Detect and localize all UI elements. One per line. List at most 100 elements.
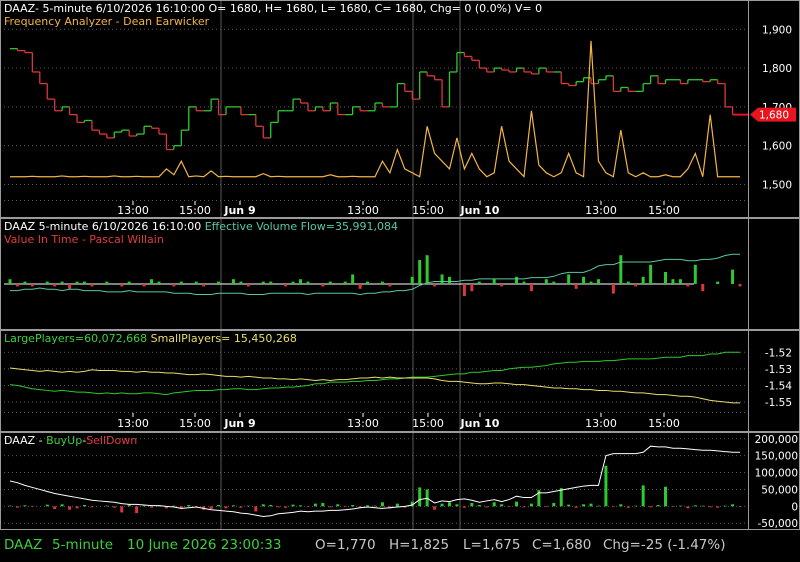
buyup-selldown-bar [492,502,496,507]
value-in-time-bar [500,284,504,287]
status-open: O=1,770 [315,537,376,553]
value-in-time-bar [582,276,586,284]
value-in-time-bar [269,281,273,284]
buyup-selldown-bar [373,505,377,507]
value-in-time-bar [641,276,645,284]
value-in-time-bar [611,284,615,294]
buyup-selldown-bar [313,503,317,507]
buyup-selldown-bar [418,487,422,507]
buyup-selldown-bar [544,506,548,508]
value-in-time-bar [693,264,697,284]
buyup-selldown-bar [246,505,250,507]
buyup-selldown-bar [45,504,49,507]
buyup-selldown-bar [552,502,556,507]
value-in-time-bar [217,281,221,284]
status-low: L=1,675 [463,537,521,553]
value-in-time-bar [150,279,154,284]
value-in-time-bar [105,281,109,284]
status-close: C=1,680 [532,537,592,553]
stock-chart[interactable]: DAAZ- 5-minute 6/10/2026 16:10:00 O= 168… [0,0,800,562]
value-in-time-bar [664,272,668,284]
buyup-selldown-bar [455,504,459,507]
players-y-tick: -1.54 [765,380,792,392]
buyup-y-tick: 0 [791,501,798,513]
buyup-selldown-bar [582,504,586,507]
value-in-time-bar [686,284,690,287]
buyup-selldown-bar [82,504,86,507]
buyup-y-tick: 150,000 [755,451,798,463]
buyup-selldown-bar [112,506,116,508]
players-x-tick: 13:00 [347,417,379,430]
value-in-time-bar [649,264,653,284]
buyup-selldown-bar [522,506,526,508]
buyup-selldown-bar [261,504,265,507]
buyup-selldown-bar [380,502,384,507]
value-in-time-bar [45,281,49,284]
panel-header-players: LargePlayers=60,072,668 SmallPlayers= 15… [4,332,297,345]
buyup-selldown-bar [611,506,615,508]
status-change: Chg=-25 (-1.47%) [603,537,726,553]
buyup-selldown-bar [23,505,27,507]
panel-header-part: DAAZ 5-minute 6/10/2026 16:10:00 [4,220,205,233]
value-in-time-bar [53,284,57,287]
value-in-time-bar [306,281,310,284]
buyup-selldown-bar [634,505,638,507]
buyup-selldown-bar [217,504,221,507]
price-tag-label: 1,680 [759,110,789,122]
buyup-selldown-bar [90,506,94,508]
price-y-tick: 1,600 [762,141,792,153]
value-in-time-bar [529,284,533,292]
players-x-tick: 15:00 [648,417,680,430]
buyup-selldown-bar [53,506,57,510]
value-in-time-bar [82,281,86,284]
buyup-selldown-bar [120,506,124,513]
buyup-selldown-bar [738,506,742,508]
buyup-selldown-bar [321,502,325,507]
buyup-selldown-bar [567,504,571,507]
buyup-selldown-bar [239,506,243,508]
large-players-line [9,351,740,396]
value-in-time-bar [552,281,556,284]
buyup-selldown-bar [485,506,489,508]
panel-header-price: DAAZ- 5-minute 6/10/2026 16:10:00 O= 168… [4,2,542,15]
value-in-time-bar [291,281,295,284]
buyup-selldown-bar [470,502,474,507]
buyup-selldown-bar [477,504,481,507]
value-in-time-bar [433,284,437,287]
value-in-time-bar [440,274,444,284]
buyup-y-tick: 100,000 [755,468,798,480]
panel-header-buyup: DAAZ - BuyUp-SellDown [4,434,137,447]
buyup-selldown-bar [574,506,578,508]
buyup-selldown-bar [269,504,273,507]
value-in-time-bar [15,284,19,287]
buyup-selldown-bar [671,506,675,508]
value-in-time-bar [678,279,682,284]
players-y-tick: -1.53 [765,364,792,376]
panel-header-part: BuyUp [46,434,82,447]
value-in-time-bar [60,281,64,284]
value-in-time-bar [544,279,548,284]
buyup-selldown-bar [75,506,79,509]
value-in-time-bar [157,281,161,284]
value-in-time-bar [492,279,496,284]
buyup-selldown-bar [8,505,12,507]
value-in-time-bar [596,279,600,284]
value-in-time-bar [619,255,623,284]
price-y-tick: 1,800 [762,63,792,75]
panel-header-part: SmallPlayers= 15,450,268 [147,332,297,345]
price-x-tick: 13:00 [347,204,379,217]
buyup-selldown-bar [68,506,72,510]
panel-subheader-volume: Value In Time - Pascal Willain [4,233,164,246]
buyup-selldown-bar [559,488,563,507]
panel-subheader-part: Frequency Analyzer - Dean Earwicker [4,15,210,28]
value-in-time-bar [388,284,392,287]
buyup-selldown-bar [30,506,34,508]
value-in-time-bar [8,279,12,284]
panel-subheader-price: Frequency Analyzer - Dean Earwicker [4,15,210,28]
value-in-time-bar [172,284,176,287]
buyup-selldown-bar [276,506,280,508]
buyup-selldown-bar [664,486,668,507]
value-in-time-bar [127,281,131,284]
status-datetime: 10 June 2026 23:00:33 [127,537,282,553]
value-in-time-bar [522,281,526,284]
